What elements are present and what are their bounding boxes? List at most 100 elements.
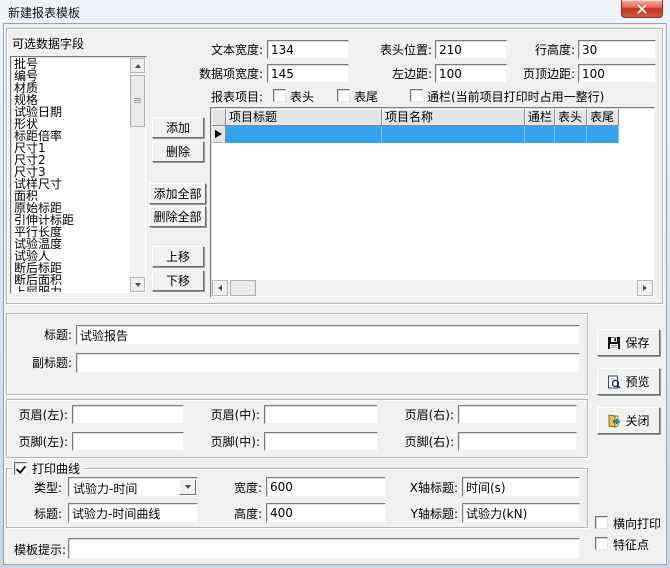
table-footer-checkbox[interactable] xyxy=(337,89,350,102)
curve-height-input[interactable] xyxy=(266,503,386,523)
remove-button[interactable]: 删除 xyxy=(152,141,204,162)
curve-width-input[interactable] xyxy=(266,477,386,497)
list-item[interactable]: 上屈服力 xyxy=(14,286,129,292)
add-all-button[interactable]: 添加全部 xyxy=(149,183,206,204)
report-subtitle-input[interactable] xyxy=(76,353,580,373)
fields-listbox[interactable]: 批号编号材质规格试验日期形状标距倍率尺寸1尺寸2尺寸3试样尺寸面积原始标距引伸计… xyxy=(10,56,147,294)
list-item[interactable]: 试样尺寸 xyxy=(14,178,129,190)
feature-points-checkbox[interactable] xyxy=(595,537,608,550)
list-item[interactable]: 引伸计标距 xyxy=(14,214,129,226)
close-icon xyxy=(637,4,647,14)
close-window-button[interactable] xyxy=(621,0,663,18)
list-item[interactable]: 尺寸1 xyxy=(14,142,129,154)
list-item[interactable]: 尺寸2 xyxy=(14,154,129,166)
curve-type-value: 试验力-时间 xyxy=(73,480,137,497)
list-item[interactable]: 尺寸3 xyxy=(14,166,129,178)
curve-width-label: 宽度: xyxy=(226,481,262,495)
template-hint-input[interactable] xyxy=(68,538,580,559)
list-item[interactable]: 标距倍率 xyxy=(14,130,129,142)
list-item[interactable]: 试验人 xyxy=(14,250,129,262)
feature-points-label: 特征点 xyxy=(613,538,649,552)
list-item[interactable]: 断后标距 xyxy=(14,262,129,274)
row-height-input[interactable] xyxy=(578,40,656,59)
left-margin-input[interactable] xyxy=(435,64,507,83)
report-items-table[interactable]: 项目标题 项目名称 通栏 表头 表尾 xyxy=(210,107,655,298)
list-item[interactable]: 材质 xyxy=(14,82,129,94)
selected-cell[interactable] xyxy=(382,126,525,143)
fields-list: 批号编号材质规格试验日期形状标距倍率尺寸1尺寸2尺寸3试样尺寸面积原始标距引伸计… xyxy=(14,58,129,292)
full-row-checkbox[interactable] xyxy=(410,89,423,102)
chevron-down-icon xyxy=(185,485,191,489)
table-row[interactable] xyxy=(212,126,619,143)
yaxis-title-input[interactable] xyxy=(462,503,580,523)
scroll-down-button[interactable] xyxy=(130,277,145,292)
fields-list-scrollbar[interactable] xyxy=(130,58,145,292)
close-button-label: 关闭 xyxy=(625,412,649,429)
current-row-icon xyxy=(215,130,222,138)
scrollbar-thumb[interactable] xyxy=(130,75,145,127)
top-margin-input[interactable] xyxy=(578,64,656,83)
list-item[interactable]: 断后面积 xyxy=(14,274,129,286)
list-item[interactable]: 形状 xyxy=(14,118,129,130)
scroll-left-button[interactable] xyxy=(212,280,228,296)
hscrollbar-thumb[interactable] xyxy=(230,280,256,296)
table-footer-checkbox-label: 表尾 xyxy=(354,90,378,104)
table-horizontal-scrollbar[interactable] xyxy=(212,280,653,296)
move-down-button[interactable]: 下移 xyxy=(152,270,204,291)
curve-type-select[interactable]: 试验力-时间 xyxy=(68,477,198,497)
preview-button-label: 预览 xyxy=(625,373,649,390)
header-pos-input[interactable] xyxy=(435,40,507,59)
data-width-input[interactable] xyxy=(267,64,349,83)
header-right-input[interactable] xyxy=(458,405,577,424)
footer-left-input[interactable] xyxy=(72,432,184,451)
report-subtitle-label: 副标题: xyxy=(14,356,72,370)
print-curve-label: 打印曲线 xyxy=(32,460,80,477)
dialog-window: 新建报表模板 可选数据字段 批号编号材质规格试验日期形状标距倍率尺寸1尺寸2尺寸… xyxy=(0,0,670,568)
header-left-input[interactable] xyxy=(72,405,184,424)
move-up-button-label: 上移 xyxy=(166,248,190,265)
footer-center-input[interactable] xyxy=(264,432,378,451)
selected-cell[interactable] xyxy=(525,126,555,143)
header-center-input[interactable] xyxy=(264,405,378,424)
list-item[interactable]: 试验温度 xyxy=(14,238,129,250)
selected-cell[interactable] xyxy=(226,126,382,143)
footer-center-label: 页脚(中): xyxy=(200,435,260,449)
selected-cell[interactable] xyxy=(555,126,587,143)
remove-all-button[interactable]: 删除全部 xyxy=(149,206,206,227)
add-button[interactable]: 添加 xyxy=(152,117,204,138)
column-header-footer: 表尾 xyxy=(587,109,619,126)
remove-all-button-label: 删除全部 xyxy=(153,208,201,225)
landscape-print-label: 横向打印 xyxy=(613,517,661,531)
row-height-label: 行高度: xyxy=(515,43,575,57)
footer-left-label: 页脚(左): xyxy=(8,435,68,449)
selected-cell[interactable] xyxy=(587,126,619,143)
print-curve-checkbox[interactable] xyxy=(14,462,27,475)
xaxis-title-input[interactable] xyxy=(462,477,580,497)
scroll-right-button[interactable] xyxy=(637,280,653,296)
preview-icon xyxy=(607,375,621,389)
footer-right-label: 页脚(右): xyxy=(394,435,454,449)
text-width-label: 文本宽度: xyxy=(186,43,263,57)
text-width-input[interactable] xyxy=(267,40,349,59)
curve-title-input[interactable] xyxy=(68,503,198,523)
landscape-print-checkbox[interactable] xyxy=(595,516,608,529)
arrow-up-icon xyxy=(135,64,141,68)
preview-button[interactable]: 预览 xyxy=(597,368,660,395)
save-button[interactable]: 保存 xyxy=(597,329,660,356)
list-item[interactable]: 批号 xyxy=(14,58,129,70)
list-item[interactable]: 原始标距 xyxy=(14,202,129,214)
list-item[interactable]: 平行长度 xyxy=(14,226,129,238)
footer-right-input[interactable] xyxy=(458,432,577,451)
scroll-up-button[interactable] xyxy=(130,58,145,73)
list-item[interactable]: 试验日期 xyxy=(14,106,129,118)
header-right-label: 页眉(右): xyxy=(394,408,454,422)
table-header-checkbox[interactable] xyxy=(273,89,286,102)
list-item[interactable]: 规格 xyxy=(14,94,129,106)
arrow-left-icon xyxy=(218,285,222,291)
report-title-input[interactable] xyxy=(76,325,580,345)
dropdown-button[interactable] xyxy=(179,479,196,495)
list-item[interactable]: 面积 xyxy=(14,190,129,202)
close-button[interactable]: 关闭 xyxy=(597,407,660,434)
move-up-button[interactable]: 上移 xyxy=(152,246,204,267)
list-item[interactable]: 编号 xyxy=(14,70,129,82)
